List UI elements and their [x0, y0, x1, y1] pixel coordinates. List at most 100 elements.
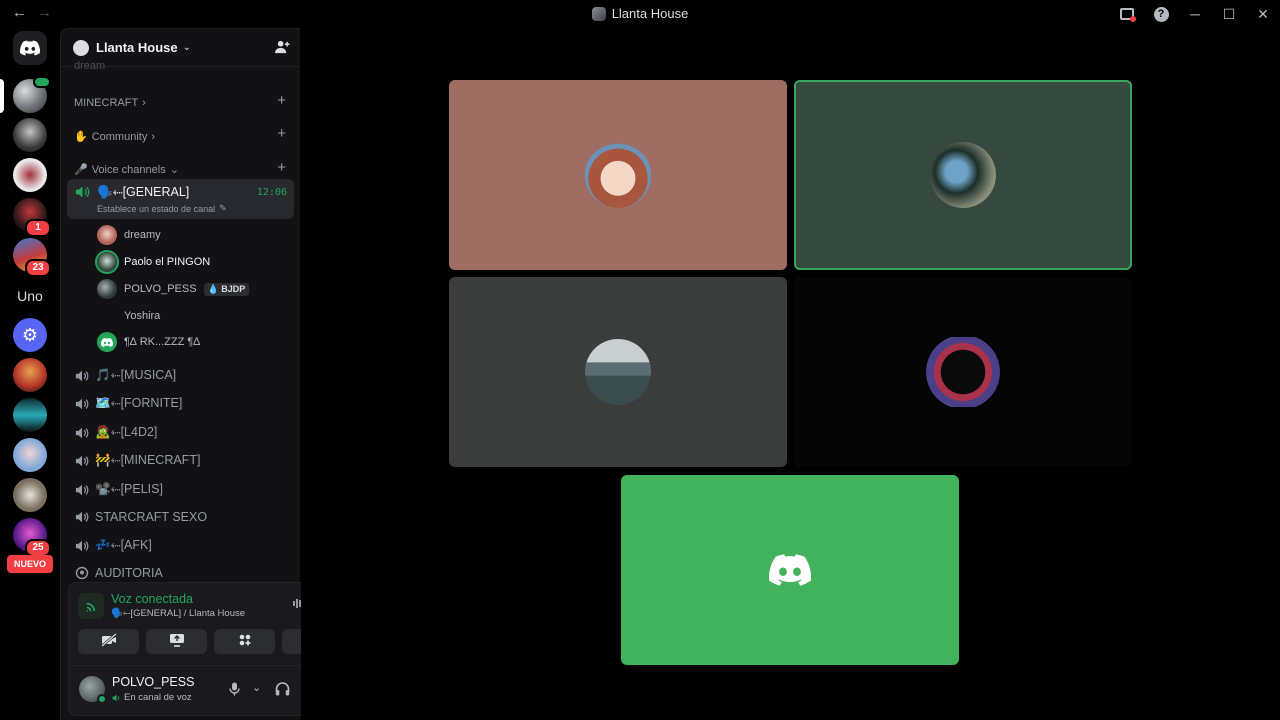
speaker-icon — [112, 694, 120, 701]
server-item[interactable] — [13, 118, 47, 152]
voice-timer: 12:06 — [256, 187, 287, 198]
voice-channel[interactable]: 🚧⬸[MINECRAFT] — [75, 453, 200, 468]
microphone-icon: 🎤 — [74, 164, 88, 176]
server-avatar — [13, 358, 47, 392]
voice-member[interactable]: ¶∆ RK...ZZZ ¶∆ — [97, 332, 200, 352]
voice-channel[interactable]: 💤⬸[AFK] — [75, 538, 152, 553]
server-icon — [73, 39, 89, 56]
server-item[interactable] — [13, 478, 47, 512]
mic-options-chevron-icon[interactable]: ⌄ — [252, 681, 261, 694]
server-item[interactable] — [13, 358, 47, 392]
activities-button[interactable] — [214, 629, 275, 654]
voice-stage — [301, 28, 1280, 720]
voice-channel[interactable]: 🧟⬸[L4D2] — [75, 425, 157, 440]
window-title: Llanta House — [0, 6, 1280, 21]
server-item[interactable] — [13, 158, 47, 192]
create-channel-icon[interactable]: + — [277, 125, 286, 142]
person-add-icon[interactable] — [275, 40, 290, 57]
server-name: Llanta House — [96, 40, 178, 55]
voice-location[interactable]: 🗣️⬸[GENERAL] / Llanta House — [111, 608, 245, 619]
participant-tile-no-avatar[interactable] — [621, 475, 959, 665]
discord-logo-icon — [20, 40, 40, 56]
chevron-down-icon: ⌄ — [182, 42, 192, 53]
category-label: Voice channels — [91, 163, 166, 176]
maximize-button[interactable]: ☐ — [1212, 0, 1246, 28]
microphone-icon[interactable] — [229, 682, 240, 699]
inbox-button[interactable] — [1110, 0, 1144, 28]
participant-tile[interactable] — [449, 277, 787, 467]
server-uno[interactable]: Uno — [13, 279, 47, 313]
inbox-icon — [1120, 8, 1136, 22]
headphones-icon[interactable] — [275, 682, 290, 699]
server-icon — [591, 6, 606, 21]
window-title-text: Llanta House — [611, 6, 689, 21]
avatar — [585, 142, 651, 208]
new-badge: NUEVO — [7, 555, 53, 573]
active-voice-channel[interactable]: 🗣️⬸[GENERAL] 12:06 Establece un estado d… — [67, 179, 294, 219]
avatar — [97, 252, 117, 272]
server-avatar — [13, 478, 47, 512]
category-label: Community — [91, 130, 148, 143]
participant-tile[interactable] — [449, 80, 787, 270]
user-name[interactable]: POLVO_PESS — [112, 675, 194, 689]
channel-name: 💤⬸[AFK] — [95, 538, 152, 552]
channel-status-text: Establece un estado de canal — [97, 203, 216, 214]
help-button[interactable]: ? — [1144, 0, 1178, 28]
speaker-icon — [75, 427, 89, 438]
server-item[interactable]: 1 — [13, 198, 51, 237]
server-item[interactable]: ⚙ — [13, 318, 47, 352]
clan-tag: 💧 BJDP — [203, 282, 250, 296]
participant-tile[interactable] — [794, 277, 1132, 467]
direct-messages-button[interactable] — [13, 31, 47, 65]
voice-channel[interactable]: 🎵⬸[MUSICA] — [75, 368, 176, 383]
screen-share-button[interactable] — [146, 629, 207, 654]
member-name: Paolo el PINGON — [124, 256, 211, 268]
stage-channel[interactable]: AUDITORIA — [75, 566, 163, 580]
connection-icon[interactable] — [78, 593, 104, 619]
voice-status[interactable]: Voz conectada — [111, 592, 193, 606]
voice-member[interactable]: dreamy — [97, 225, 161, 245]
speaker-icon — [75, 540, 89, 551]
server-avatar — [13, 158, 47, 192]
channel-status-input[interactable]: Establece un estado de canal ✎ — [97, 203, 227, 214]
channel-name: 🎵⬸[MUSICA] — [95, 368, 177, 382]
clan-tag-text: BJDP — [221, 283, 246, 294]
screen-share-icon — [169, 633, 185, 650]
voice-channel[interactable]: STARCRAFT SEXO — [75, 510, 207, 524]
speaker-icon — [75, 511, 89, 523]
server-item[interactable]: 23 — [13, 238, 51, 277]
create-channel-icon[interactable]: + — [277, 159, 286, 176]
close-button[interactable]: ✕ — [1246, 0, 1280, 28]
voice-channel[interactable]: 🗺️⬸[FORNITE] — [75, 396, 182, 411]
create-channel-icon[interactable]: + — [277, 92, 286, 109]
camera-button[interactable] — [78, 629, 139, 654]
signal-svg — [86, 602, 95, 612]
category-community[interactable]: ✋ Community › — [74, 130, 155, 144]
server-item[interactable]: 25 — [13, 518, 51, 557]
voice-member[interactable]: Paolo el PINGON — [97, 252, 210, 272]
member-name: POLVO_PESS — [124, 283, 197, 295]
mention-badge: 1 — [25, 219, 51, 237]
participant-tile-speaking[interactable] — [794, 80, 1132, 270]
server-item[interactable] — [13, 398, 47, 432]
voice-channel[interactable]: 📽️⬸[PELIS] — [75, 482, 163, 497]
minimize-button[interactable]: ─ — [1178, 0, 1212, 28]
activities-icon — [238, 633, 252, 650]
chevron-down-icon: ⌄ — [169, 164, 179, 176]
server-llanta-house[interactable] — [13, 76, 51, 113]
voice-member[interactable]: POLVO_PESS 💧 BJDP — [97, 279, 250, 299]
category-minecraft[interactable]: MINECRAFT › — [74, 97, 146, 109]
voice-member[interactable]: Yoshira — [97, 306, 160, 326]
pencil-icon: ✎ — [219, 203, 227, 213]
channel-name: 🧟⬸[L4D2] — [95, 425, 158, 439]
active-channel-name: 🗣️⬸[GENERAL] — [97, 185, 190, 199]
window-controls: ? ─ ☐ ✕ — [1110, 0, 1280, 28]
avatar-frame — [924, 337, 1002, 407]
avatar — [97, 332, 117, 352]
category-label: MINECRAFT — [74, 97, 139, 109]
channel-name: AUDITORIA — [95, 566, 163, 580]
server-item[interactable] — [13, 438, 47, 472]
category-voice[interactable]: 🎤 Voice channels ⌄ — [74, 163, 179, 177]
active-server-pill — [0, 79, 4, 113]
stage-icon — [75, 566, 89, 580]
